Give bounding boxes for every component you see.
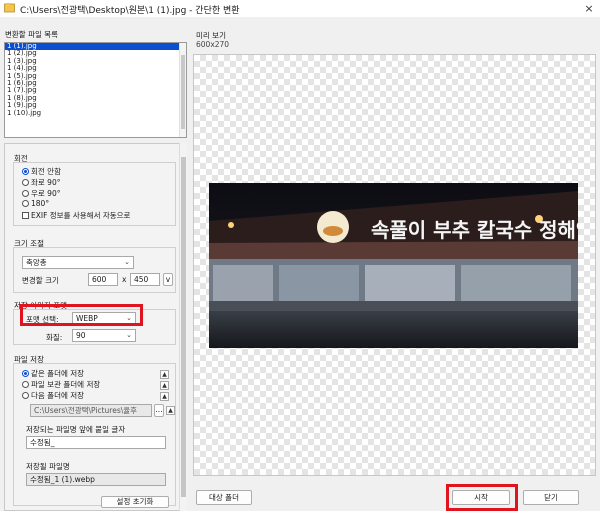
radio-icon (22, 199, 29, 207)
radio-rotate-left[interactable]: 좌로 90° (22, 177, 60, 188)
resize-group: 축앙총 ⌄ 변경할 크기 600 x 450 v (13, 247, 176, 293)
radio-icon (22, 189, 29, 197)
scroll-up-icon[interactable]: ▲ (160, 370, 169, 379)
chevron-down-icon: ⌄ (126, 331, 132, 339)
radio-save-same-folder[interactable]: 같은 폴더에 저장 (22, 368, 84, 379)
prefix-input[interactable]: 수정됨_ (26, 436, 166, 449)
resize-separator: x (122, 275, 127, 284)
resize-width-input[interactable]: 600 (88, 273, 118, 286)
radio-rotate-none[interactable]: 회전 안함 (22, 166, 61, 177)
radio-save-archive-folder[interactable]: 파일 보관 폴더에 저장 (22, 379, 100, 390)
list-item[interactable]: 1 (10).jpg (5, 109, 186, 117)
radio-icon (22, 178, 29, 186)
quality-label: 화질: (46, 333, 63, 342)
exif-checkbox[interactable]: EXIF 정보를 사용해서 자동으로 (22, 210, 130, 221)
format-highlight (20, 304, 143, 326)
file-list-scrollbar[interactable] (179, 43, 186, 137)
start-highlight (446, 484, 518, 511)
scroll-up-icon[interactable]: ▲ (160, 381, 169, 390)
resize-height-input[interactable]: 450 (130, 273, 160, 286)
chevron-down-icon: ⌄ (124, 258, 130, 266)
radio-icon (22, 391, 29, 399)
resize-lock-button[interactable]: v (163, 273, 173, 286)
radio-save-other-folder[interactable]: 다음 폴더에 저장 (22, 390, 84, 401)
settings-panel: 회전 회전 안함 좌로 90° 우로 90° 180° EXIF 정보를 사용해… (4, 143, 187, 511)
preview-size: 600x270 (196, 40, 230, 49)
scroll-up-icon[interactable]: ▲ (160, 392, 169, 401)
checkbox-icon (22, 211, 29, 219)
settings-scrollbar[interactable] (179, 143, 187, 511)
app-icon (4, 3, 15, 13)
target-folder-button[interactable]: 대상 폴더 (196, 490, 252, 505)
quality-select[interactable]: 90 ⌄ (72, 329, 136, 342)
prefix-label: 저장되는 파일명 앞에 붙일 글자 (26, 425, 126, 434)
rotation-group: 회전 안함 좌로 90° 우로 90° 180° EXIF 정보를 사용해서 자… (13, 162, 176, 226)
browse-button[interactable]: ... (154, 404, 164, 417)
reset-settings-button[interactable]: 설정 초기화 (101, 496, 169, 508)
resize-mode-select[interactable]: 축앙총 ⌄ (22, 256, 134, 269)
radio-selected-icon (22, 369, 29, 377)
signboard-text: 속풀이 부추 칼국수 정해역사 (371, 218, 578, 242)
preview-pane: 속풀이 부추 칼국수 정해역사 (193, 54, 596, 476)
preview-image: 속풀이 부추 칼국수 정해역사 (209, 183, 578, 348)
filename-label: 저장될 파일명 (26, 462, 70, 471)
close-button[interactable]: 닫기 (523, 490, 579, 505)
radio-rotate-right[interactable]: 우로 90° (22, 188, 60, 199)
resize-size-label: 변경할 크기 (22, 276, 59, 285)
title-bar: C:\Users\전광택\Desktop\원본\1 (1).jpg - 간단한 … (0, 0, 600, 17)
close-window-button[interactable]: × (578, 0, 600, 17)
scroll-up-icon[interactable]: ▲ (166, 406, 175, 415)
file-list[interactable]: 1 (1).jpg 1 (2).jpg 1 (3).jpg 1 (4).jpg … (4, 42, 187, 138)
radio-icon (22, 380, 29, 388)
save-path-field[interactable]: C:\Users\전광택\Pictures\율후 (30, 404, 152, 417)
radio-selected-icon (22, 167, 29, 175)
filename-output: 수정됨_1 (1).webp (26, 473, 166, 486)
radio-rotate-180[interactable]: 180° (22, 199, 49, 208)
save-group: 같은 폴더에 저장 파일 보관 폴더에 저장 다음 폴더에 저장 ▲ ▲ ▲ C… (13, 363, 176, 506)
file-list-header: 변환할 파일 목록 (5, 30, 59, 39)
window-title: C:\Users\전광택\Desktop\원본\1 (1).jpg - 간단한 … (20, 6, 240, 16)
